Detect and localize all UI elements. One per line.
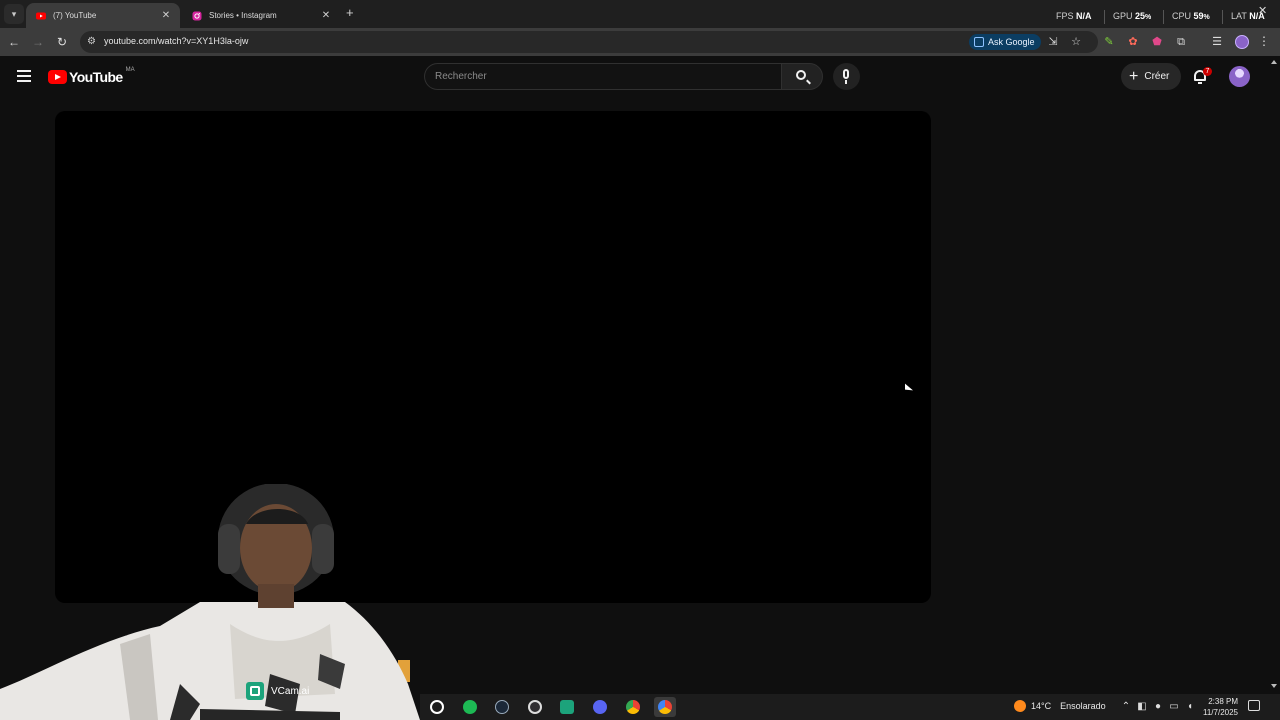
close-icon[interactable]: ✕ xyxy=(160,10,172,21)
microphone-icon[interactable]: ● xyxy=(1152,701,1164,713)
tab-youtube[interactable]: (7) YouTube ✕ xyxy=(26,3,180,28)
youtube-play-icon xyxy=(48,70,67,84)
scrollbar-up-arrow[interactable] xyxy=(1271,60,1277,64)
obs-icon[interactable] xyxy=(524,697,546,717)
search-input[interactable]: Rechercher xyxy=(424,63,781,90)
tab-title: (7) YouTube xyxy=(53,11,97,20)
forward-icon[interactable]: → xyxy=(30,34,46,50)
volume-icon[interactable]: ◖ xyxy=(1184,701,1196,713)
youtube-icon xyxy=(36,12,46,19)
tab-title: Stories • Instagram xyxy=(209,11,277,20)
vcam-icon[interactable] xyxy=(556,697,578,717)
search-placeholder: Rechercher xyxy=(435,71,487,82)
plus-icon: + xyxy=(1129,67,1139,85)
address-bar[interactable]: ⚙ youtube.com/watch?v=XY1H3la-ojw Ask Go… xyxy=(80,31,1098,53)
extension-icon[interactable]: ✿ xyxy=(1126,35,1140,49)
discord-icon[interactable] xyxy=(589,697,611,717)
instagram-icon xyxy=(192,11,202,20)
fps-readout: FPS N/A xyxy=(1056,11,1092,21)
steam-icon[interactable] xyxy=(491,697,513,717)
search-button[interactable] xyxy=(781,63,823,90)
divider xyxy=(1163,10,1164,24)
notification-count-badge: 7 xyxy=(1203,67,1212,76)
chevron-up-icon[interactable]: ⌃ xyxy=(1120,701,1132,713)
reload-icon[interactable]: ↻ xyxy=(54,34,70,50)
browser-tab-strip: ▾ (7) YouTube ✕ Stories • Instagram ✕ + … xyxy=(0,0,1280,28)
spotify-icon[interactable] xyxy=(459,697,481,717)
install-icon[interactable]: ⇲ xyxy=(1047,36,1059,48)
system-clock[interactable]: 2:38 PM 11/7/2025 xyxy=(1200,696,1238,718)
divider xyxy=(1104,10,1105,24)
back-icon[interactable]: ← xyxy=(6,34,22,50)
bookmark-star-icon[interactable]: ☆ xyxy=(1070,36,1082,48)
lens-icon xyxy=(974,37,984,47)
vcam-watermark: VCam.ai xyxy=(246,682,309,700)
weather-widget[interactable]: 14°C Ensolarado xyxy=(1014,700,1106,712)
tab-search-icon[interactable]: ▾ xyxy=(4,4,24,24)
close-icon[interactable]: ✕ xyxy=(320,10,332,21)
region-code: MA xyxy=(125,67,135,73)
hamburger-menu-icon[interactable] xyxy=(17,70,31,82)
cpu-readout: CPU 59% xyxy=(1172,11,1210,21)
microphone-icon xyxy=(843,69,849,79)
weather-description: Ensolarado xyxy=(1060,701,1106,711)
extension-leaf-icon[interactable]: ✎ xyxy=(1102,35,1116,49)
divider xyxy=(1222,10,1223,24)
extension-shield-icon[interactable]: ⬟ xyxy=(1150,35,1164,49)
account-avatar[interactable] xyxy=(1229,66,1250,87)
vcam-logo-icon xyxy=(246,682,264,700)
network-icon[interactable]: ▭ xyxy=(1168,701,1180,713)
browser-toolbar: ← → ↻ ⚙ youtube.com/watch?v=XY1H3la-ojw … xyxy=(0,28,1280,56)
gpu-readout: GPU 25% xyxy=(1113,11,1152,21)
notification-center-icon[interactable] xyxy=(1248,700,1260,711)
menu-kebab-icon[interactable]: ⋮ xyxy=(1258,34,1270,48)
sun-icon xyxy=(1014,700,1026,712)
xbox-icon[interactable] xyxy=(426,697,448,717)
extensions-icon[interactable]: ⧉ xyxy=(1174,35,1188,49)
site-info-icon[interactable]: ⚙ xyxy=(87,36,99,48)
youtube-header: YouTube MA Rechercher + Créer 7 xyxy=(0,56,1280,98)
close-icon[interactable]: ✕ xyxy=(1258,4,1267,17)
youtube-logo[interactable]: YouTube MA xyxy=(48,67,135,85)
ask-google-button[interactable]: Ask Google xyxy=(969,34,1041,50)
chrome-icon[interactable] xyxy=(622,697,644,717)
webcam-overlay xyxy=(0,484,420,720)
windows-taskbar: 14°C Ensolarado ⌃ ◧ ● ▭ ◖ 2:38 PM 11/7/2… xyxy=(420,694,1280,720)
meet-now-icon[interactable]: ◧ xyxy=(1136,701,1148,713)
weather-temperature: 14°C xyxy=(1031,701,1052,711)
search-icon xyxy=(796,70,806,80)
url-text[interactable]: youtube.com/watch?v=XY1H3la-ojw xyxy=(104,36,248,46)
chrome-canary-icon[interactable] xyxy=(654,697,676,717)
tab-search-icon[interactable]: ☰ xyxy=(1210,35,1224,49)
tab-instagram[interactable]: Stories • Instagram ✕ xyxy=(182,3,340,28)
voice-search-button[interactable] xyxy=(833,63,860,90)
new-tab-button[interactable]: + xyxy=(346,5,360,21)
scrollbar-down-arrow[interactable] xyxy=(1271,684,1277,688)
profile-avatar[interactable] xyxy=(1235,35,1249,49)
create-button[interactable]: + Créer xyxy=(1121,63,1181,90)
